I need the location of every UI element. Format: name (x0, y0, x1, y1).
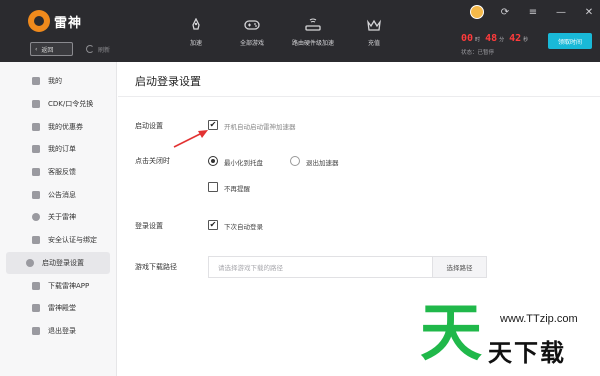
sidebar-item-label: 我的优惠券 (48, 122, 83, 131)
timer-minutes-unit: 分 (499, 37, 505, 43)
nav-router-label: 路由硬件级加速 (291, 40, 334, 47)
nav-all-games[interactable]: 全部游戏 (224, 18, 280, 47)
logo-icon (28, 10, 50, 32)
sidebar-item-label: CDK/口令兑换 (48, 100, 94, 109)
rocket-icon (188, 18, 204, 32)
window-controls: ⟳ ≡ — ✕ (470, 5, 596, 19)
message-icon (32, 190, 40, 199)
nav-boost[interactable]: 加速 (168, 18, 224, 47)
back-button[interactable]: ‹ 返回 (30, 42, 73, 56)
sidebar-item-security[interactable]: 安全认证与绑定 (6, 229, 110, 252)
close-behavior-label: 点击关闭时 (135, 157, 170, 165)
watermark-text: 天下载 (488, 339, 566, 367)
minimize-icon[interactable]: — (554, 5, 568, 19)
timer-seconds-unit: 秒 (523, 37, 529, 43)
sidebar-item-startup-settings[interactable]: 启动登录设置 (6, 251, 110, 275)
timer-minutes: 48 (485, 33, 498, 44)
timer-hours-unit: 时 (475, 37, 481, 43)
sidebar-item-download-app[interactable]: 下载雷神APP (6, 274, 110, 297)
phone-icon (32, 281, 40, 290)
sidebar-item-label: 退出登录 (48, 326, 76, 335)
crown-icon (366, 18, 382, 32)
no-remind-checkbox[interactable] (208, 182, 218, 192)
watermark-url: www.TTzip.com (500, 313, 578, 325)
headset-icon[interactable]: ⟳ (498, 5, 512, 19)
sidebar: 我的 CDK/口令兑换 我的优惠券 我的订单 客服反馈 公告消息 关于雷神 安全… (0, 62, 117, 376)
timer-status: 状态：已暂停 (461, 50, 495, 56)
nav-recharge[interactable]: 充值 (346, 18, 402, 47)
sidebar-item-label: 客服反馈 (48, 168, 76, 177)
avatar[interactable] (470, 5, 484, 19)
choose-path-button[interactable]: 选择路径 (432, 256, 487, 278)
autostart-label: 开机自动启动雷神加速器 (224, 123, 296, 131)
sidebar-item-label: 我的订单 (48, 145, 76, 154)
sidebar-item-feedback[interactable]: 客服反馈 (6, 161, 110, 184)
close-icon[interactable]: ✕ (582, 5, 596, 19)
nav-router[interactable]: 路由硬件级加速 (280, 18, 346, 47)
gift-icon (32, 100, 40, 109)
title-divider (118, 96, 600, 97)
refresh-button[interactable]: 刷新 (86, 42, 110, 56)
page-title: 启动登录设置 (135, 75, 201, 88)
router-icon (305, 18, 321, 32)
settings-panel: 启动登录设置 启动设置 开机自动启动雷神加速器 点击关闭时 最小化到托盘 退出加… (118, 62, 600, 376)
autostart-checkbox[interactable] (208, 120, 218, 130)
sidebar-item-hall[interactable]: 雷神殿堂 (6, 297, 110, 320)
menu-icon[interactable]: ≡ (526, 5, 540, 19)
sidebar-item-my[interactable]: 我的 (6, 70, 110, 93)
sidebar-item-label: 我的 (48, 77, 62, 86)
sidebar-item-cdk[interactable]: CDK/口令兑换 (6, 93, 110, 116)
nav-boost-label: 加速 (189, 40, 202, 47)
app-logo: 雷神 (28, 10, 82, 32)
main-nav: 加速 全部游戏 路由硬件级加速 充值 (168, 18, 402, 47)
sidebar-item-label: 雷神殿堂 (48, 304, 76, 313)
startup-settings-label: 启动设置 (135, 122, 163, 130)
logout-icon (32, 326, 40, 335)
back-button-label: 返回 (41, 46, 54, 54)
top-bar: 雷神 ‹ 返回 刷新 加速 全部游戏 路由硬件级加速 充值 ⟳ ≡ — ✕ 00… (0, 0, 600, 62)
feedback-icon (32, 168, 40, 177)
sidebar-item-label: 公告消息 (48, 190, 76, 199)
refresh-label: 刷新 (98, 46, 111, 54)
minimize-to-tray-radio[interactable] (208, 156, 218, 166)
download-path-label: 游戏下载路径 (135, 263, 177, 271)
watermark-logo: 天 (420, 296, 483, 369)
gear-icon (26, 258, 34, 267)
hall-icon (32, 304, 40, 313)
sidebar-item-messages[interactable]: 公告消息 (6, 183, 110, 206)
sidebar-item-label: 关于雷神 (48, 213, 76, 222)
sidebar-item-logout[interactable]: 退出登录 (6, 320, 110, 343)
sidebar-item-label: 下载雷神APP (48, 281, 90, 290)
gamepad-icon (244, 18, 260, 32)
sidebar-item-about[interactable]: 关于雷神 (6, 206, 110, 229)
exit-app-radio[interactable] (290, 156, 300, 166)
autologin-label: 下次自动登录 (224, 223, 263, 231)
nav-recharge-label: 充值 (367, 40, 380, 47)
timer-seconds: 42 (509, 33, 522, 44)
shield-icon (32, 236, 40, 245)
user-icon (32, 77, 40, 86)
sidebar-item-label: 安全认证与绑定 (48, 236, 97, 245)
minimize-to-tray-label: 最小化到托盘 (224, 159, 263, 167)
info-icon (32, 213, 40, 222)
sidebar-item-label: 启动登录设置 (42, 258, 84, 267)
coupon-icon (32, 122, 40, 131)
order-icon (32, 145, 40, 154)
sidebar-item-coupons[interactable]: 我的优惠券 (6, 115, 110, 138)
login-settings-label: 登录设置 (135, 222, 163, 230)
refresh-icon (86, 45, 94, 53)
annotation-arrow (173, 130, 208, 148)
app-name: 雷神 (54, 15, 83, 31)
sidebar-item-orders[interactable]: 我的订单 (6, 138, 110, 161)
chevron-left-icon: ‹ (35, 45, 38, 53)
nav-all-games-label: 全部游戏 (239, 40, 264, 47)
autologin-checkbox[interactable] (208, 220, 218, 230)
time-remaining: 00 时 48 分 42 秒 (461, 33, 531, 44)
redeem-time-button[interactable]: 领取时间 (548, 33, 592, 49)
timer-hours: 00 (461, 33, 474, 44)
download-path-input[interactable]: 请选择游戏下载的路径 (208, 256, 432, 278)
exit-app-label: 退出加速器 (306, 159, 339, 167)
no-remind-label: 不再提醒 (224, 185, 250, 193)
